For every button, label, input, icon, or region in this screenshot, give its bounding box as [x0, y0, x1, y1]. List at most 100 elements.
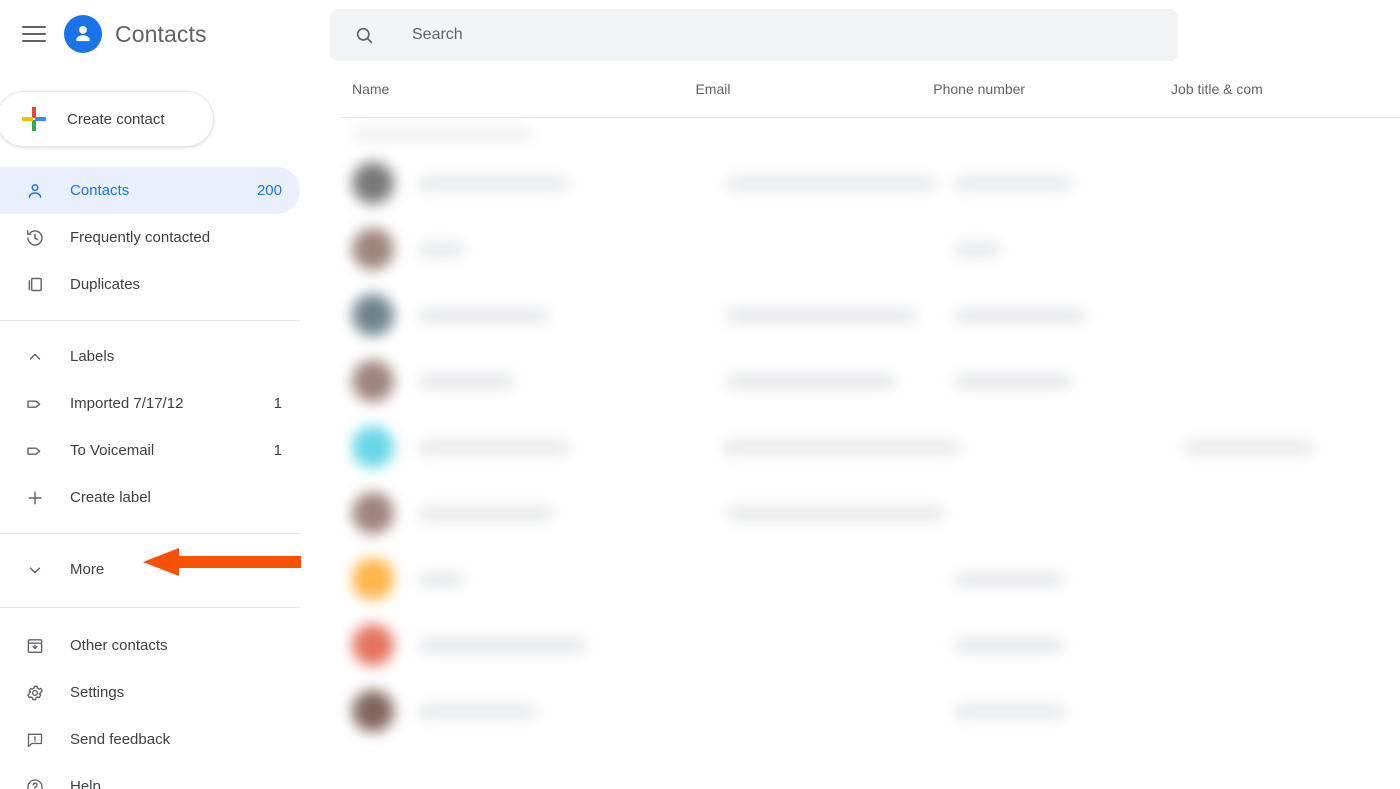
avatar: [352, 162, 394, 204]
cell-name: [394, 348, 726, 414]
cell-name: [394, 480, 726, 546]
table-row[interactable]: [340, 282, 1400, 348]
cell-phone: [953, 546, 1181, 612]
contacts-app: Contacts Create contact Contacts 200 Fre…: [0, 0, 1400, 789]
sidebar-create-label-button[interactable]: Create label: [0, 474, 300, 521]
table-row[interactable]: [340, 414, 1400, 480]
person-outline-icon: [24, 180, 46, 202]
sidebar-primary-group: Contacts 200 Frequently contacted Duplic…: [0, 147, 330, 308]
cell-job-title: [1181, 546, 1400, 612]
cell-name: [394, 678, 726, 744]
table-row[interactable]: [340, 216, 1400, 282]
cell-job-title: [1181, 282, 1400, 348]
hamburger-menu-icon[interactable]: [22, 20, 50, 48]
cell-email: [726, 612, 953, 678]
table-row[interactable]: [340, 480, 1400, 546]
table-row[interactable]: [340, 348, 1400, 414]
person-circle-icon: [64, 15, 102, 53]
sidebar-label-imported[interactable]: Imported 7/17/12 1: [0, 380, 300, 427]
cell-job-title: [1184, 414, 1400, 480]
copy-duplicate-icon: [24, 274, 46, 296]
cell-email: [726, 348, 953, 414]
archive-download-icon: [24, 635, 46, 657]
sidebar-section-label: More: [70, 561, 105, 578]
table-row[interactable]: [340, 546, 1400, 612]
column-header-name[interactable]: Name: [352, 81, 695, 97]
cell-name: [394, 216, 726, 282]
sidebar-item-count: 200: [256, 182, 282, 199]
help-circle-icon: [24, 776, 46, 789]
sidebar-label-text: To Voicemail: [70, 442, 155, 459]
sidebar-section-labels[interactable]: Labels: [0, 333, 300, 380]
sidebar-label-count: 1: [273, 442, 282, 459]
sidebar-label-to-voicemail[interactable]: To Voicemail 1: [0, 427, 300, 474]
sidebar-footer-group: Other contacts Settings Send feedback He…: [0, 608, 330, 789]
cell-phone: [953, 348, 1181, 414]
feedback-icon: [24, 729, 46, 751]
page-title: Contacts: [115, 20, 207, 47]
sidebar-item-settings[interactable]: Settings: [0, 669, 300, 716]
main-content: Name Email Phone number Job title & com: [330, 0, 1400, 789]
history-clock-icon: [24, 227, 46, 249]
contacts-table-body: [330, 118, 1400, 744]
gear-icon: [24, 682, 46, 704]
label-tag-icon: [24, 440, 46, 462]
sidebar-labels-group: Labels Imported 7/17/12 1 To Voicemail 1…: [0, 321, 330, 521]
sidebar-section-label: Labels: [70, 348, 115, 365]
cell-job-title: [1181, 216, 1400, 282]
sidebar-item-label: Settings: [70, 684, 125, 701]
cell-email: [726, 678, 953, 744]
sidebar-item-duplicates[interactable]: Duplicates: [0, 261, 300, 308]
create-contact-label: Create contact: [67, 110, 165, 128]
sidebar: Contacts Create contact Contacts 200 Fre…: [0, 0, 330, 789]
search-input[interactable]: [412, 9, 1178, 61]
cell-phone: [953, 216, 1181, 282]
cell-email: [726, 546, 953, 612]
avatar: [352, 558, 394, 600]
cell-email: [726, 480, 953, 546]
sidebar-item-frequently-contacted[interactable]: Frequently contacted: [0, 214, 300, 261]
cell-name: [394, 150, 726, 216]
table-row[interactable]: [340, 678, 1400, 744]
sidebar-item-contacts[interactable]: Contacts 200: [0, 167, 300, 214]
cell-job-title: [1181, 348, 1400, 414]
sidebar-item-label: Send feedback: [70, 731, 171, 748]
column-header-phone[interactable]: Phone number: [933, 81, 1171, 97]
list-section-header: [340, 118, 1400, 150]
column-header-email[interactable]: Email: [695, 81, 933, 97]
chevron-up-icon: [24, 346, 46, 368]
sidebar-item-label: Frequently contacted: [70, 229, 211, 246]
sidebar-item-other-contacts[interactable]: Other contacts: [0, 622, 300, 669]
contacts-table-header: Name Email Phone number Job title & com: [340, 61, 1400, 118]
sidebar-section-more[interactable]: More: [0, 546, 300, 593]
sidebar-label-count: 1: [273, 395, 282, 412]
sidebar-item-send-feedback[interactable]: Send feedback: [0, 716, 300, 763]
cell-name: [394, 612, 726, 678]
cell-job-title: [1181, 678, 1400, 744]
cell-email: [726, 150, 953, 216]
cell-job-title: [1181, 612, 1400, 678]
cell-phone: [953, 678, 1181, 744]
cell-email: [721, 414, 960, 480]
cell-name: [394, 282, 726, 348]
sidebar-header: Contacts: [0, 0, 330, 68]
search-bar[interactable]: [330, 9, 1178, 61]
sidebar-more-group: More: [0, 534, 330, 593]
sidebar-item-label: Help: [70, 778, 101, 789]
avatar: [352, 624, 394, 666]
column-header-job-title[interactable]: Job title & com: [1171, 81, 1400, 97]
sidebar-item-help[interactable]: Help: [0, 763, 300, 789]
sidebar-create-label-text: Create label: [70, 489, 151, 506]
cell-phone: [953, 282, 1181, 348]
cell-email: [726, 282, 953, 348]
cell-phone: [954, 480, 1181, 546]
search-icon: [354, 24, 376, 46]
create-contact-button[interactable]: Create contact: [0, 91, 214, 147]
table-row[interactable]: [340, 612, 1400, 678]
avatar: [352, 426, 394, 468]
cell-job-title: [1181, 150, 1400, 216]
google-plus-icon: [21, 106, 47, 132]
sidebar-item-label: Contacts: [70, 182, 130, 199]
table-row[interactable]: [340, 150, 1400, 216]
cell-phone: [953, 150, 1181, 216]
